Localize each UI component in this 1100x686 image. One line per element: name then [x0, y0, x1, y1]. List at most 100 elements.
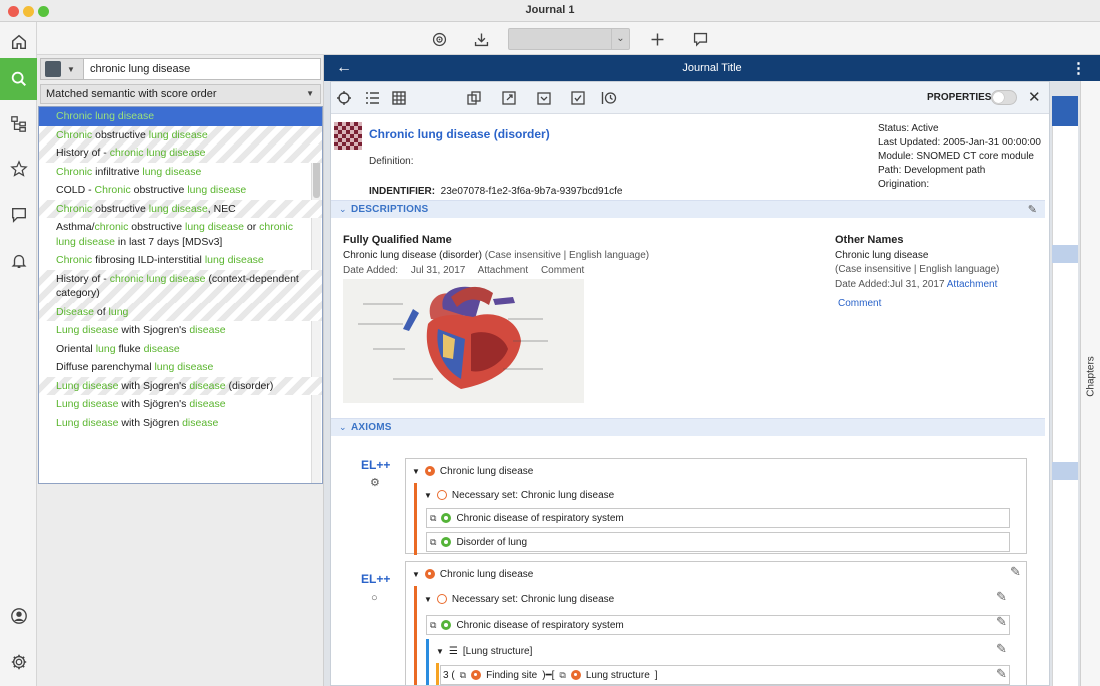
axiom-2-role-group[interactable]: ▼ ☰ [Lung structure]: [436, 642, 532, 660]
search-result-item[interactable]: Asthma/chronic obstructive lung disease …: [39, 218, 322, 251]
search-result-item[interactable]: Chronic lung disease: [39, 107, 322, 126]
module-text: Module: SNOMED CT core module: [878, 151, 1034, 162]
other-name-attachment-link[interactable]: Attachment: [947, 279, 998, 290]
axioms-section-header[interactable]: ⌄ AXIOMS: [331, 418, 1045, 436]
concept-details-card: PROPERTIES ✕ Chronic lung disease (disor…: [330, 81, 1050, 686]
search-result-item[interactable]: History of - chronic lung disease: [39, 144, 322, 163]
concept-title[interactable]: Chronic lung disease (disorder): [369, 127, 550, 141]
axiom-2-necessary-set[interactable]: ▼ Necessary set: Chronic lung disease: [424, 590, 614, 608]
star-icon[interactable]: [0, 149, 37, 189]
search-result-item[interactable]: Lung disease with Sjogren's disease: [39, 321, 322, 340]
home-icon[interactable]: [0, 22, 37, 62]
result-match-text: lung disease: [187, 184, 247, 196]
other-name-case: (Case insensitive | English language): [835, 264, 1000, 275]
title-bar: Journal 1: [0, 0, 1100, 22]
expand-triangle-icon[interactable]: ▼: [436, 647, 444, 656]
axiom-2-root[interactable]: ▼ Chronic lung disease: [412, 565, 533, 583]
pencil-icon[interactable]: ✎: [996, 641, 1007, 657]
rel-attribute: Finding site: [486, 669, 538, 681]
match-mode-value: Matched semantic with score order: [46, 88, 217, 100]
expand-triangle-icon[interactable]: ▼: [412, 467, 420, 476]
search-input[interactable]: [84, 58, 321, 80]
axiom-2-parent[interactable]: ⧉ Chronic disease of respiratory system: [426, 615, 1010, 635]
primitive-concept-icon: [441, 620, 452, 630]
gears-icon[interactable]: ⚙: [370, 476, 380, 489]
external-link-icon[interactable]: ⧉: [430, 620, 436, 631]
pencil-icon[interactable]: ✎: [996, 614, 1007, 630]
axiom-1-parent-1-row: ⧉ Chronic disease of respiratory system: [430, 509, 624, 527]
result-match-text: lung disease: [148, 128, 208, 141]
pencil-icon[interactable]: ✎: [996, 589, 1007, 605]
history-icon[interactable]: [600, 89, 618, 107]
fqn-term-text: Chronic lung disease (disorder): [343, 250, 482, 261]
expand-triangle-icon[interactable]: ▼: [412, 570, 420, 579]
chevron-down-icon: ⌄: [339, 204, 347, 214]
axiom-1-parent-1[interactable]: ⧉ Chronic disease of respiratory system: [426, 508, 1010, 528]
search-result-item[interactable]: Chronic fibrosing ILD-interstitial lung …: [39, 251, 322, 270]
external-link-icon[interactable]: ⧉: [460, 670, 466, 681]
other-names-heading: Other Names: [835, 234, 904, 246]
archive-icon[interactable]: [535, 89, 553, 107]
open-external-icon[interactable]: [500, 89, 518, 107]
result-match-text: lung: [95, 342, 116, 355]
search-result-item[interactable]: Chronic obstructive lung disease, NEC: [39, 199, 322, 218]
search-result-item[interactable]: Lung disease with Sjögren's disease: [39, 395, 322, 414]
list-icon[interactable]: [363, 89, 381, 107]
other-name-date-row: Date Added:Jul 31, 2017 Attachment: [835, 279, 997, 290]
axiom-1-root[interactable]: ▼ Chronic lung disease: [412, 462, 533, 480]
other-name-comment-link[interactable]: Comment: [838, 298, 881, 309]
chapters-panel[interactable]: Chapters: [1080, 81, 1100, 686]
axiom-1-parent-2-label: Disorder of lung: [456, 536, 528, 548]
user-icon[interactable]: [0, 596, 37, 636]
match-mode-select[interactable]: Matched semantic with score order ▼: [40, 84, 321, 104]
external-link-icon[interactable]: ⧉: [559, 670, 565, 681]
comment-icon[interactable]: [690, 29, 710, 49]
expand-triangle-icon[interactable]: ▼: [424, 491, 432, 500]
axiom-2-parent-label: Chronic disease of respiratory system: [456, 619, 624, 631]
set-icon: [436, 490, 447, 500]
external-link-icon[interactable]: ⧉: [430, 537, 436, 548]
pencil-icon[interactable]: ✎: [1028, 203, 1037, 216]
pencil-icon[interactable]: ✎: [996, 666, 1007, 682]
pencil-icon[interactable]: ✎: [1010, 564, 1021, 580]
search-icon[interactable]: [0, 58, 37, 100]
fqn-attachment-link[interactable]: Attachment: [478, 265, 529, 276]
search-result-item[interactable]: Lung disease with Sjögren disease: [39, 414, 322, 433]
search-result-item[interactable]: Chronic infiltrative lung disease: [39, 163, 322, 182]
crosshair-icon[interactable]: [335, 89, 353, 107]
more-menu-icon[interactable]: ⋮: [1071, 59, 1086, 77]
result-match-text: disease: [143, 342, 180, 355]
properties-toggle[interactable]: [991, 90, 1017, 105]
search-result-item[interactable]: Lung disease with Sjogren's disease (dis…: [39, 376, 322, 395]
table-icon[interactable]: [390, 89, 408, 107]
copy-icon[interactable]: [465, 89, 483, 107]
close-icon[interactable]: ✕: [1028, 88, 1041, 106]
axiom-2-relationship[interactable]: 3 ( ⧉ Finding site )━[ ⧉ Lung structure …: [440, 665, 1010, 685]
axiom-1-necessary-set[interactable]: ▼ Necessary set: Chronic lung disease: [424, 486, 614, 504]
target-icon[interactable]: [429, 29, 449, 49]
search-result-item[interactable]: Diffuse parenchymal lung disease: [39, 358, 322, 377]
search-result-item[interactable]: Disease of lung: [39, 302, 322, 321]
bell-icon[interactable]: [0, 241, 37, 281]
search-result-item[interactable]: History of - chronic lung disease (conte…: [39, 269, 322, 303]
external-link-icon[interactable]: ⧉: [430, 513, 436, 524]
plus-icon[interactable]: [647, 29, 667, 49]
descriptions-section-header[interactable]: ⌄ DESCRIPTIONS ✎: [331, 200, 1045, 218]
result-text: with Sjogren's: [118, 324, 190, 336]
check-box-icon[interactable]: [569, 89, 587, 107]
axiom-1-parent-2[interactable]: ⧉ Disorder of lung: [426, 532, 1010, 552]
path-text: Path: Development path: [878, 165, 986, 176]
search-result-item[interactable]: Chronic obstructive lung disease: [39, 125, 322, 144]
search-result-item[interactable]: Oriental lung fluke disease: [39, 340, 322, 359]
expand-triangle-icon[interactable]: ▼: [424, 595, 432, 604]
search-scope-button[interactable]: ▼: [40, 58, 84, 80]
journal-selector[interactable]: ⌄: [508, 28, 630, 50]
chat-icon[interactable]: [0, 195, 37, 235]
fqn-comment-link[interactable]: Comment: [541, 265, 584, 276]
chat-bubble-icon[interactable]: ○: [371, 592, 378, 604]
hierarchy-icon[interactable]: [0, 104, 37, 144]
rel-suffix: ]: [654, 669, 658, 681]
gear-icon[interactable]: [0, 642, 37, 682]
download-icon[interactable]: [471, 29, 491, 49]
search-result-item[interactable]: COLD - Chronic obstructive lung disease: [39, 181, 322, 200]
